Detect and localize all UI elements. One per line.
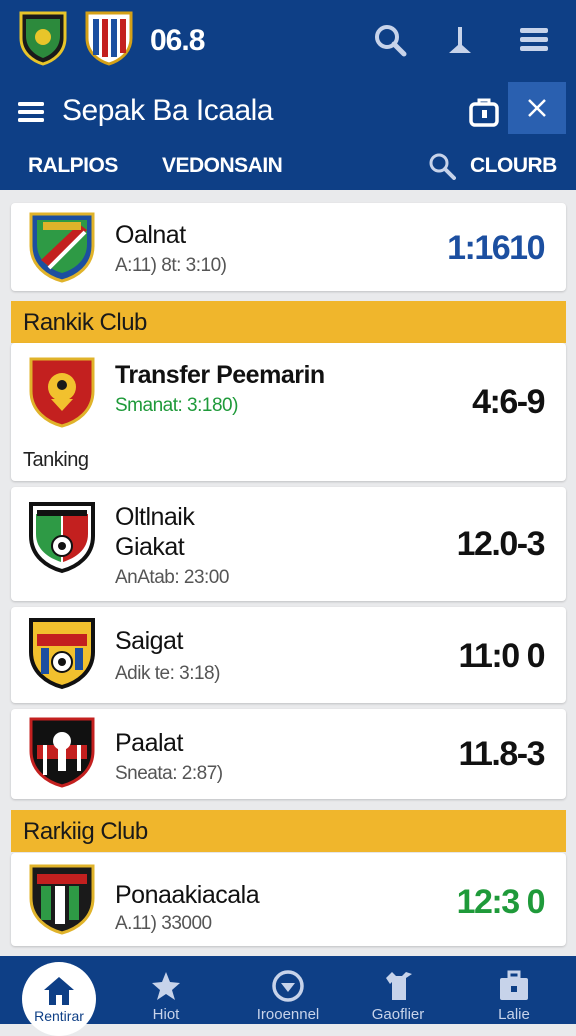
club-subtitle: Sneata: 2:87) bbox=[115, 763, 223, 784]
section-header: Rarkiig Club bbox=[11, 810, 566, 852]
nav-label: Rentirar bbox=[34, 1008, 84, 1024]
club-subtitle: A.11) 33000 bbox=[115, 913, 212, 934]
nav-item[interactable]: Irooennel bbox=[238, 956, 338, 1024]
club-card[interactable]: Oltlnaik Giakat AnAtab: 23:00 12.0-3 bbox=[11, 487, 566, 601]
nav-label: Irooennel bbox=[256, 1006, 320, 1023]
tab-ralpios[interactable]: RALPIOS bbox=[28, 154, 118, 178]
nav-item[interactable]: Gaoflier bbox=[348, 956, 448, 1024]
page-title: Sepak Ba Icaala bbox=[62, 94, 273, 127]
club-name: Oalnat bbox=[115, 221, 186, 249]
club-crest-icon bbox=[27, 616, 97, 690]
briefcase-icon bbox=[496, 968, 532, 1004]
club-card[interactable]: Transfer Peemarin Smanat: 3:180) 4:6-9 T… bbox=[11, 343, 566, 481]
club-crest-icon bbox=[27, 210, 97, 284]
club-subtitle: Smanat: 3:180) bbox=[115, 395, 238, 416]
club-crest-icon bbox=[27, 500, 97, 574]
club-crest-icon bbox=[27, 862, 97, 936]
club-name: Oltlnaik bbox=[115, 503, 195, 531]
club-crest-icon bbox=[27, 355, 97, 429]
section-header: Rankik Club bbox=[11, 301, 566, 343]
club-subtitle: AnAtab: 23:00 bbox=[115, 567, 229, 588]
top-bar: 06.8 bbox=[0, 0, 576, 80]
club-name: Saigat bbox=[115, 627, 183, 655]
tab-bar: RALPIOS VEDONSAIN CLOURB bbox=[0, 142, 576, 190]
club-score: 12:3 0 bbox=[456, 883, 546, 921]
tab-vedonsain[interactable]: VEDONSAIN bbox=[162, 154, 283, 178]
nav-label: Gaoflier bbox=[371, 1006, 425, 1023]
app-bar: 06.8 Sepak Ba Icaala RALPIOS VEDONSAIN C… bbox=[0, 0, 576, 190]
card-footer-label: Tanking bbox=[23, 449, 89, 471]
club-score: 11.8-3 bbox=[458, 735, 545, 773]
close-icon bbox=[528, 99, 546, 117]
menu-lines-icon[interactable] bbox=[514, 20, 554, 60]
club-name: Ponaakiacala bbox=[115, 881, 260, 909]
shirt-icon bbox=[380, 968, 416, 1004]
club-card[interactable]: Oalnat A:11) 8t: 3:10) 1:1610 bbox=[11, 203, 566, 291]
club-name: Paalat bbox=[115, 729, 183, 757]
club-crest-icon bbox=[27, 715, 97, 789]
search-icon[interactable] bbox=[370, 20, 410, 60]
section-title: Rankik Club bbox=[23, 309, 147, 336]
nav-label: Lalie bbox=[498, 1006, 530, 1023]
club-card[interactable]: Saigat Adik te: 3:18) 11:0 0 bbox=[11, 607, 566, 703]
tab-clourb[interactable]: CLOURB bbox=[470, 154, 557, 178]
club-score: 4:6-9 bbox=[472, 383, 545, 421]
close-button[interactable] bbox=[508, 82, 566, 134]
club-name: Transfer Peemarin bbox=[115, 361, 325, 389]
search-icon[interactable] bbox=[428, 152, 456, 180]
nav-item[interactable]: Lalie bbox=[464, 956, 564, 1024]
nav-item-home[interactable]: Rentirar bbox=[22, 962, 96, 1036]
club-name-line2: Giakat bbox=[115, 533, 185, 561]
club-crest-icon[interactable] bbox=[84, 10, 134, 66]
bag-icon[interactable] bbox=[466, 94, 502, 130]
club-subtitle: A:11) 8t: 3:10) bbox=[115, 255, 227, 276]
club-score: 1:1610 bbox=[447, 229, 545, 267]
club-card[interactable]: Paalat Sneata: 2:87) 11.8-3 bbox=[11, 709, 566, 799]
club-score: 11:0 0 bbox=[458, 637, 545, 675]
club-subtitle: Adik te: 3:18) bbox=[115, 663, 220, 684]
top-score: 06.8 bbox=[150, 24, 205, 57]
target-icon bbox=[270, 968, 306, 1004]
club-crest-icon[interactable] bbox=[18, 10, 68, 66]
pin-icon[interactable] bbox=[440, 20, 480, 60]
club-card[interactable]: Ponaakiacala A.11) 33000 12:3 0 bbox=[11, 853, 566, 946]
home-icon bbox=[41, 974, 77, 1008]
star-icon bbox=[148, 968, 184, 1004]
section-title: Rarkiig Club bbox=[23, 818, 148, 845]
nav-label: Hiot bbox=[152, 1006, 180, 1023]
nav-item[interactable]: Hiot bbox=[116, 956, 216, 1024]
menu-icon[interactable] bbox=[16, 98, 48, 126]
title-bar: Sepak Ba Icaala bbox=[0, 80, 576, 142]
club-score: 12.0-3 bbox=[456, 525, 546, 563]
